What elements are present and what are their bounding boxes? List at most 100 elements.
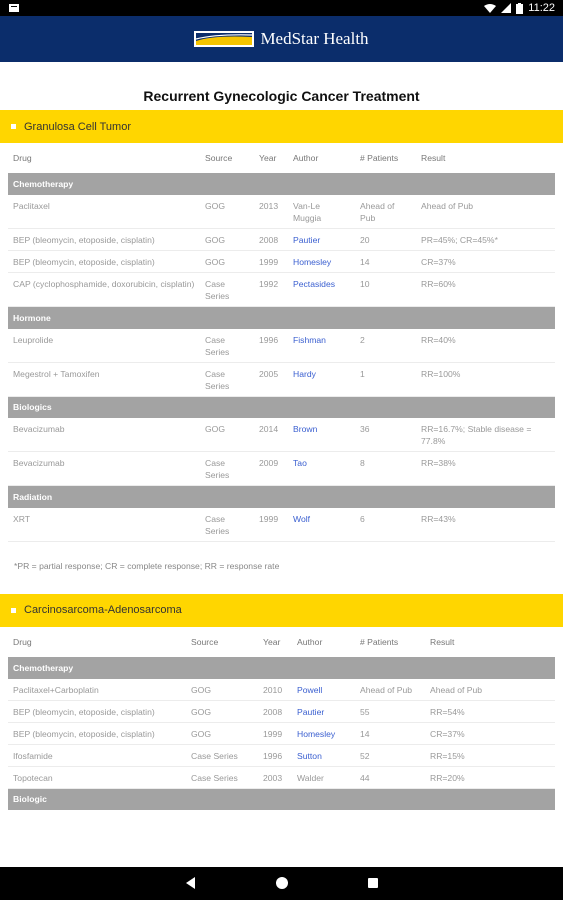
year-cell: 2009 [254,451,288,486]
drug-cell: BEP (bleomycin, etoposide, cisplatin) [8,700,186,723]
drug-cell: Paclitaxel+Carboplatin [8,678,186,701]
table-row: Topotecan Case Series 2003 Walder 44 RR=20% [8,766,555,789]
patients-cell: 44 [355,766,425,789]
author-link[interactable]: Sutton [297,751,322,761]
column-header: Drug [13,636,32,647]
table-row: Bevacizumab GOG 2014 Brown 36 RR=16.7%; Stabl… [8,418,555,452]
author-link[interactable]: Hardy [293,369,316,379]
drug-cell: Bevacizumab [8,418,200,452]
author-link[interactable]: Fishman [293,335,326,345]
table-row: Megestrol + Tamoxifen Case Series 2005 Hard… [8,362,555,397]
year-cell: 1992 [254,272,288,307]
drug-cell: Ifosfamide [8,744,186,767]
patients-cell: 14 [355,250,416,273]
author-link[interactable]: Pautier [293,235,320,245]
drug-cell: Bevacizumab [8,451,200,486]
page-title: Recurrent Gynecologic Cancer Treatment [143,88,420,104]
author-cell: Wolf [288,507,355,542]
author-link[interactable]: Tao [293,458,307,468]
author-cell: Pectasides [288,272,355,307]
source-cell: Case Series [200,272,254,307]
brand[interactable]: MedStar Health [194,29,369,49]
source-cell: GOG [186,700,258,723]
footnote: *PR = partial response; CR = complete re… [14,560,280,571]
table-header-row: Drug Source Year Author # Patients Result [8,143,555,173]
section-header[interactable]: Carcinosarcoma-Adenosarcoma [0,593,563,627]
navigation-bar [0,867,563,900]
author-link[interactable]: Pautier [297,707,324,717]
year-cell: 2010 [258,678,292,701]
author-cell: Homesley [292,722,355,745]
drug-cell: Topotecan [8,766,186,789]
section-title: Carcinosarcoma-Adenosarcoma [24,604,182,616]
author-link[interactable]: Homesley [293,257,331,267]
patients-cell: 20 [355,228,416,251]
source-cell: GOG [200,250,254,273]
treatment-table: Drug Source Year Author # Patients Result Chem… [8,143,555,542]
patients-cell: Ahead of Pub [355,195,416,229]
table-row: Bevacizumab Case Series 2009 Tao 8 RR=38% [8,451,555,486]
clock: 11:22 [528,2,555,14]
brand-name: MedStar Health [260,29,369,48]
result-cell: RR=15% [425,744,555,767]
table-row: Paclitaxel GOG 2013 Van-Le Muggia Ahead of P… [8,195,555,229]
drug-cell: BEP (bleomycin, etoposide, cisplatin) [8,250,200,273]
table-row: BEP (bleomycin, etoposide, cisplatin) GOG… [8,722,555,745]
category-row: Biologic [8,788,555,810]
column-header: Result [430,636,455,647]
patients-cell: 10 [355,272,416,307]
table-row: Paclitaxel+Carboplatin GOG 2010 Powell Ahead… [8,678,555,701]
notification-icon [9,4,19,12]
column-header: Source [205,153,233,163]
table-header-row: Drug Source Year Author # Patients Result [8,627,555,657]
column-header: Source [191,636,219,647]
content-scroll-area[interactable]: Recurrent Gynecologic Cancer Treatment G… [0,62,563,867]
author-cell: Hardy [288,362,355,397]
category-label: Biologic [8,788,555,810]
sections-container: Granulosa Cell Tumor Drug Source Year Author… [0,110,563,810]
source-cell: GOG [200,195,254,229]
category-row: Radiation [8,485,555,508]
section-header[interactable]: Granulosa Cell Tumor [0,110,563,143]
column-header: Author [297,636,323,647]
year-cell: 1996 [258,744,292,767]
patients-cell: 8 [355,451,416,486]
author-cell: Sutton [292,744,355,767]
result-cell: RR=40% [416,328,555,363]
medstar-logo [194,31,255,47]
year-cell: 2008 [254,228,288,251]
drug-cell: Megestrol + Tamoxifen [8,362,200,397]
patients-cell: 36 [355,418,416,452]
author-link[interactable]: Brown [293,424,317,434]
result-cell: RR=60% [416,272,555,307]
patients-cell: 55 [355,700,425,723]
table-row: Ifosfamide Case Series 1996 Sutton 52 RR=15% [8,744,555,767]
author-link[interactable]: Homesley [297,729,335,739]
author-link[interactable]: Pectasides [293,279,335,289]
source-cell: GOG [186,722,258,745]
category-label: Chemotherapy [8,656,555,679]
category-row: Hormone [8,306,555,329]
category-label: Chemotherapy [8,173,555,195]
bullet-icon [11,607,16,613]
home-icon[interactable] [275,876,289,890]
patients-cell: 2 [355,328,416,363]
drug-cell: Paclitaxel [8,195,200,229]
result-cell: Ahead of Pub [416,195,555,229]
table-row: BEP (bleomycin, etoposide, cisplatin) GOG… [8,228,555,251]
battery-icon [516,2,524,14]
back-icon[interactable] [184,876,198,890]
column-header: # Patients [360,153,399,163]
year-cell: 2008 [258,700,292,723]
result-cell: RR=38% [416,451,555,486]
author-link[interactable]: Powell [297,685,322,695]
category-row: Chemotherapy [8,173,555,195]
recents-icon[interactable] [366,876,380,890]
section-title: Granulosa Cell Tumor [24,120,131,133]
year-cell: 2003 [258,766,292,789]
drug-cell: Leuprolide [8,328,200,363]
author-link[interactable]: Wolf [293,514,310,524]
category-row: Biologics [8,396,555,418]
source-cell: Case Series [186,744,258,767]
drug-cell: XRT [8,507,200,542]
